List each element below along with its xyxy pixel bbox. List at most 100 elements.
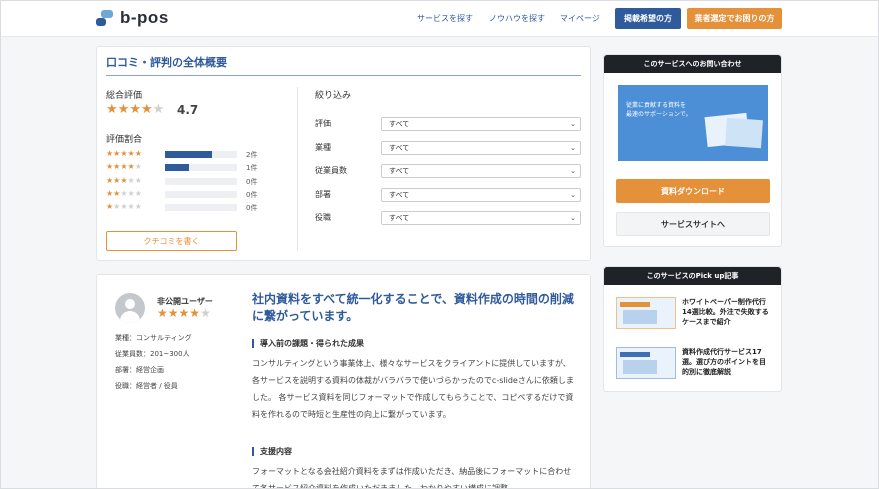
article-title: ホワイトペーパー制作代行14選比較。外注で失敗するケースまで紹介 (682, 298, 769, 326)
review-title: 社内資料をすべて統一化することで、資料作成の時間の削減に繋がっています。 (252, 292, 574, 323)
chevron-down-icon: ⌄ (570, 143, 576, 152)
nav-mypage[interactable]: マイページ (560, 13, 600, 24)
meta-employees: 従業員数：201~300人 (115, 350, 190, 358)
star-empty-icon: ★ (127, 188, 135, 198)
overall-score: 4.7 (177, 103, 199, 117)
nav-find-service[interactable]: サービスを探す (417, 13, 473, 24)
star-filled-icon: ★ (106, 162, 114, 172)
star-filled-icon: ★ (106, 202, 114, 212)
ratio-label: 評価割合 (106, 135, 143, 145)
star-filled-icon: ★ (120, 175, 128, 185)
star-filled-icon: ★ (120, 149, 128, 158)
star-filled-icon: ★ (120, 162, 128, 172)
meta-industry: 業種：コンサルティング (115, 334, 192, 342)
article-thumbnail (616, 347, 676, 379)
star-empty-icon: ★ (152, 102, 165, 117)
star-filled-icon: ★ (106, 188, 114, 198)
nav-find-knowhow[interactable]: ノウハウを探す (489, 13, 545, 24)
filter-select[interactable]: すべて ⌄ (381, 117, 581, 131)
vendor-help-button[interactable]: 業者選定でお困りの方 (687, 8, 782, 29)
article-item[interactable]: 資料作成代行サービス17選。選び方のポイントを目的別に徹底解説 (616, 347, 776, 379)
star-filled-icon: ★ (134, 149, 142, 158)
distribution-bar (165, 190, 237, 198)
title-underline (106, 75, 581, 76)
pickup-panel: このサービスのPick up記事 ホワイトペーパー制作代行14選比較。外注で失敗… (603, 266, 782, 392)
filter-label: 従業員数 (315, 166, 347, 175)
filter-select-value: すべて (389, 143, 410, 152)
star-filled-icon: ★ (113, 175, 121, 185)
pickup-heading: このサービスのPick up記事 (604, 267, 781, 285)
distribution-stars: ★ ★ ★ ★ ★ (106, 188, 142, 198)
star-filled-icon: ★ (113, 188, 121, 198)
star-empty-icon: ★ (134, 162, 142, 172)
logo-icon (96, 9, 114, 27)
filter-select-value: すべて (389, 167, 410, 175)
distribution-bar (165, 204, 237, 212)
filter-select-value: すべて (389, 190, 410, 199)
distribution-count: 2件 (246, 151, 258, 159)
user-avatar-icon (115, 293, 145, 323)
contact-heading: このサービスへのお問い合わせ (604, 55, 781, 73)
logo-text: b-pos (120, 8, 169, 27)
filter-select[interactable]: すべて ⌄ (381, 164, 581, 178)
star-filled-icon: ★ (157, 306, 168, 320)
overall-label: 総合評価 (106, 91, 143, 101)
section-heading-support: 支援内容 (252, 447, 292, 456)
download-button[interactable]: 資料ダウンロード (616, 179, 770, 203)
star-filled-icon: ★ (129, 102, 141, 117)
distribution-bar (165, 164, 237, 172)
chevron-down-icon: ⌄ (570, 120, 576, 128)
filter-select-value: すべて (389, 120, 410, 128)
distribution-count: 0件 (246, 190, 258, 199)
promo-line-2: 最速のサポーションで。 (626, 111, 692, 118)
contact-panel: このサービスへのお問い合わせ 従業に貢献する資料を 最速のサポーションで。 資料… (603, 54, 782, 247)
distribution-stars: ★ ★ ★ ★ ★ (106, 163, 142, 171)
chevron-down-icon: ⌄ (570, 190, 576, 199)
star-empty-icon: ★ (113, 202, 121, 212)
distribution-stars: ★ ★ ★ ★ ★ (106, 203, 142, 211)
star-empty-icon: ★ (134, 175, 142, 185)
filter-label: 役職 (315, 213, 331, 222)
star-filled-icon: ★ (127, 162, 135, 172)
distribution-count: 0件 (246, 204, 258, 213)
star-filled-icon: ★ (113, 162, 121, 172)
filter-title: 絞り込み (315, 91, 352, 101)
logo[interactable]: b-pos (96, 8, 169, 28)
distribution-bar (165, 151, 237, 158)
meta-position: 役職：経営者 / 役員 (115, 382, 178, 390)
distribution-bar-fill (165, 151, 212, 158)
filter-select[interactable]: すべて ⌄ (381, 211, 581, 225)
filter-select-value: すべて (389, 214, 410, 222)
filter-select[interactable]: すべて ⌄ (381, 187, 581, 202)
listing-request-button[interactable]: 掲載希望の方 (615, 8, 681, 29)
site-header: b-pos サービスを探す ノウハウを探す マイページ 掲載希望の方 業者選定で… (0, 0, 879, 37)
star-empty-icon: ★ (134, 188, 142, 198)
article-thumbnail (616, 297, 676, 329)
section-body-support: フォーマットとなる会社紹介資料をまずは作成いただき、納品後にフォーマットに合わせ… (252, 467, 572, 489)
filter-label: 評価 (315, 119, 331, 128)
star-filled-icon: ★ (106, 102, 118, 117)
distribution-count: 0件 (246, 177, 258, 186)
filter-select[interactable]: すべて ⌄ (381, 140, 581, 155)
article-item[interactable]: ホワイトペーパー制作代行14選比較。外注で失敗するケースまで紹介 (616, 297, 776, 329)
section-body-results: コンサルティングという事業体上、様々なサービスをクライアントに提供していますが、… (252, 359, 574, 419)
star-filled-icon: ★ (113, 149, 121, 158)
promo-text: 従業に貢献する資料を 最速のサポーションで。 (626, 101, 692, 119)
chevron-down-icon: ⌄ (570, 214, 576, 222)
star-filled-icon: ★ (189, 306, 201, 320)
star-filled-icon: ★ (178, 306, 190, 320)
filter-label: 部署 (315, 189, 331, 199)
star-empty-icon: ★ (127, 175, 135, 185)
star-filled-icon: ★ (117, 102, 130, 117)
promo-banner[interactable]: 従業に貢献する資料を 最速のサポーションで。 (618, 85, 768, 161)
meta-department: 部署：経営企画 (115, 366, 164, 374)
service-site-button[interactable]: サービスサイトへ (616, 212, 770, 236)
document-icon (725, 117, 763, 149)
star-filled-icon: ★ (106, 149, 114, 158)
review-stars: ★ ★ ★ ★ ★ (157, 307, 211, 319)
distribution-stars: ★ ★ ★ ★ ★ (106, 150, 142, 158)
distribution-stars: ★ ★ ★ ★ ★ (106, 175, 142, 185)
star-empty-icon: ★ (120, 188, 128, 198)
summary-title: 口コミ・評判の全体概要 (106, 56, 227, 69)
write-review-button[interactable]: クチコミを書く (106, 231, 237, 251)
